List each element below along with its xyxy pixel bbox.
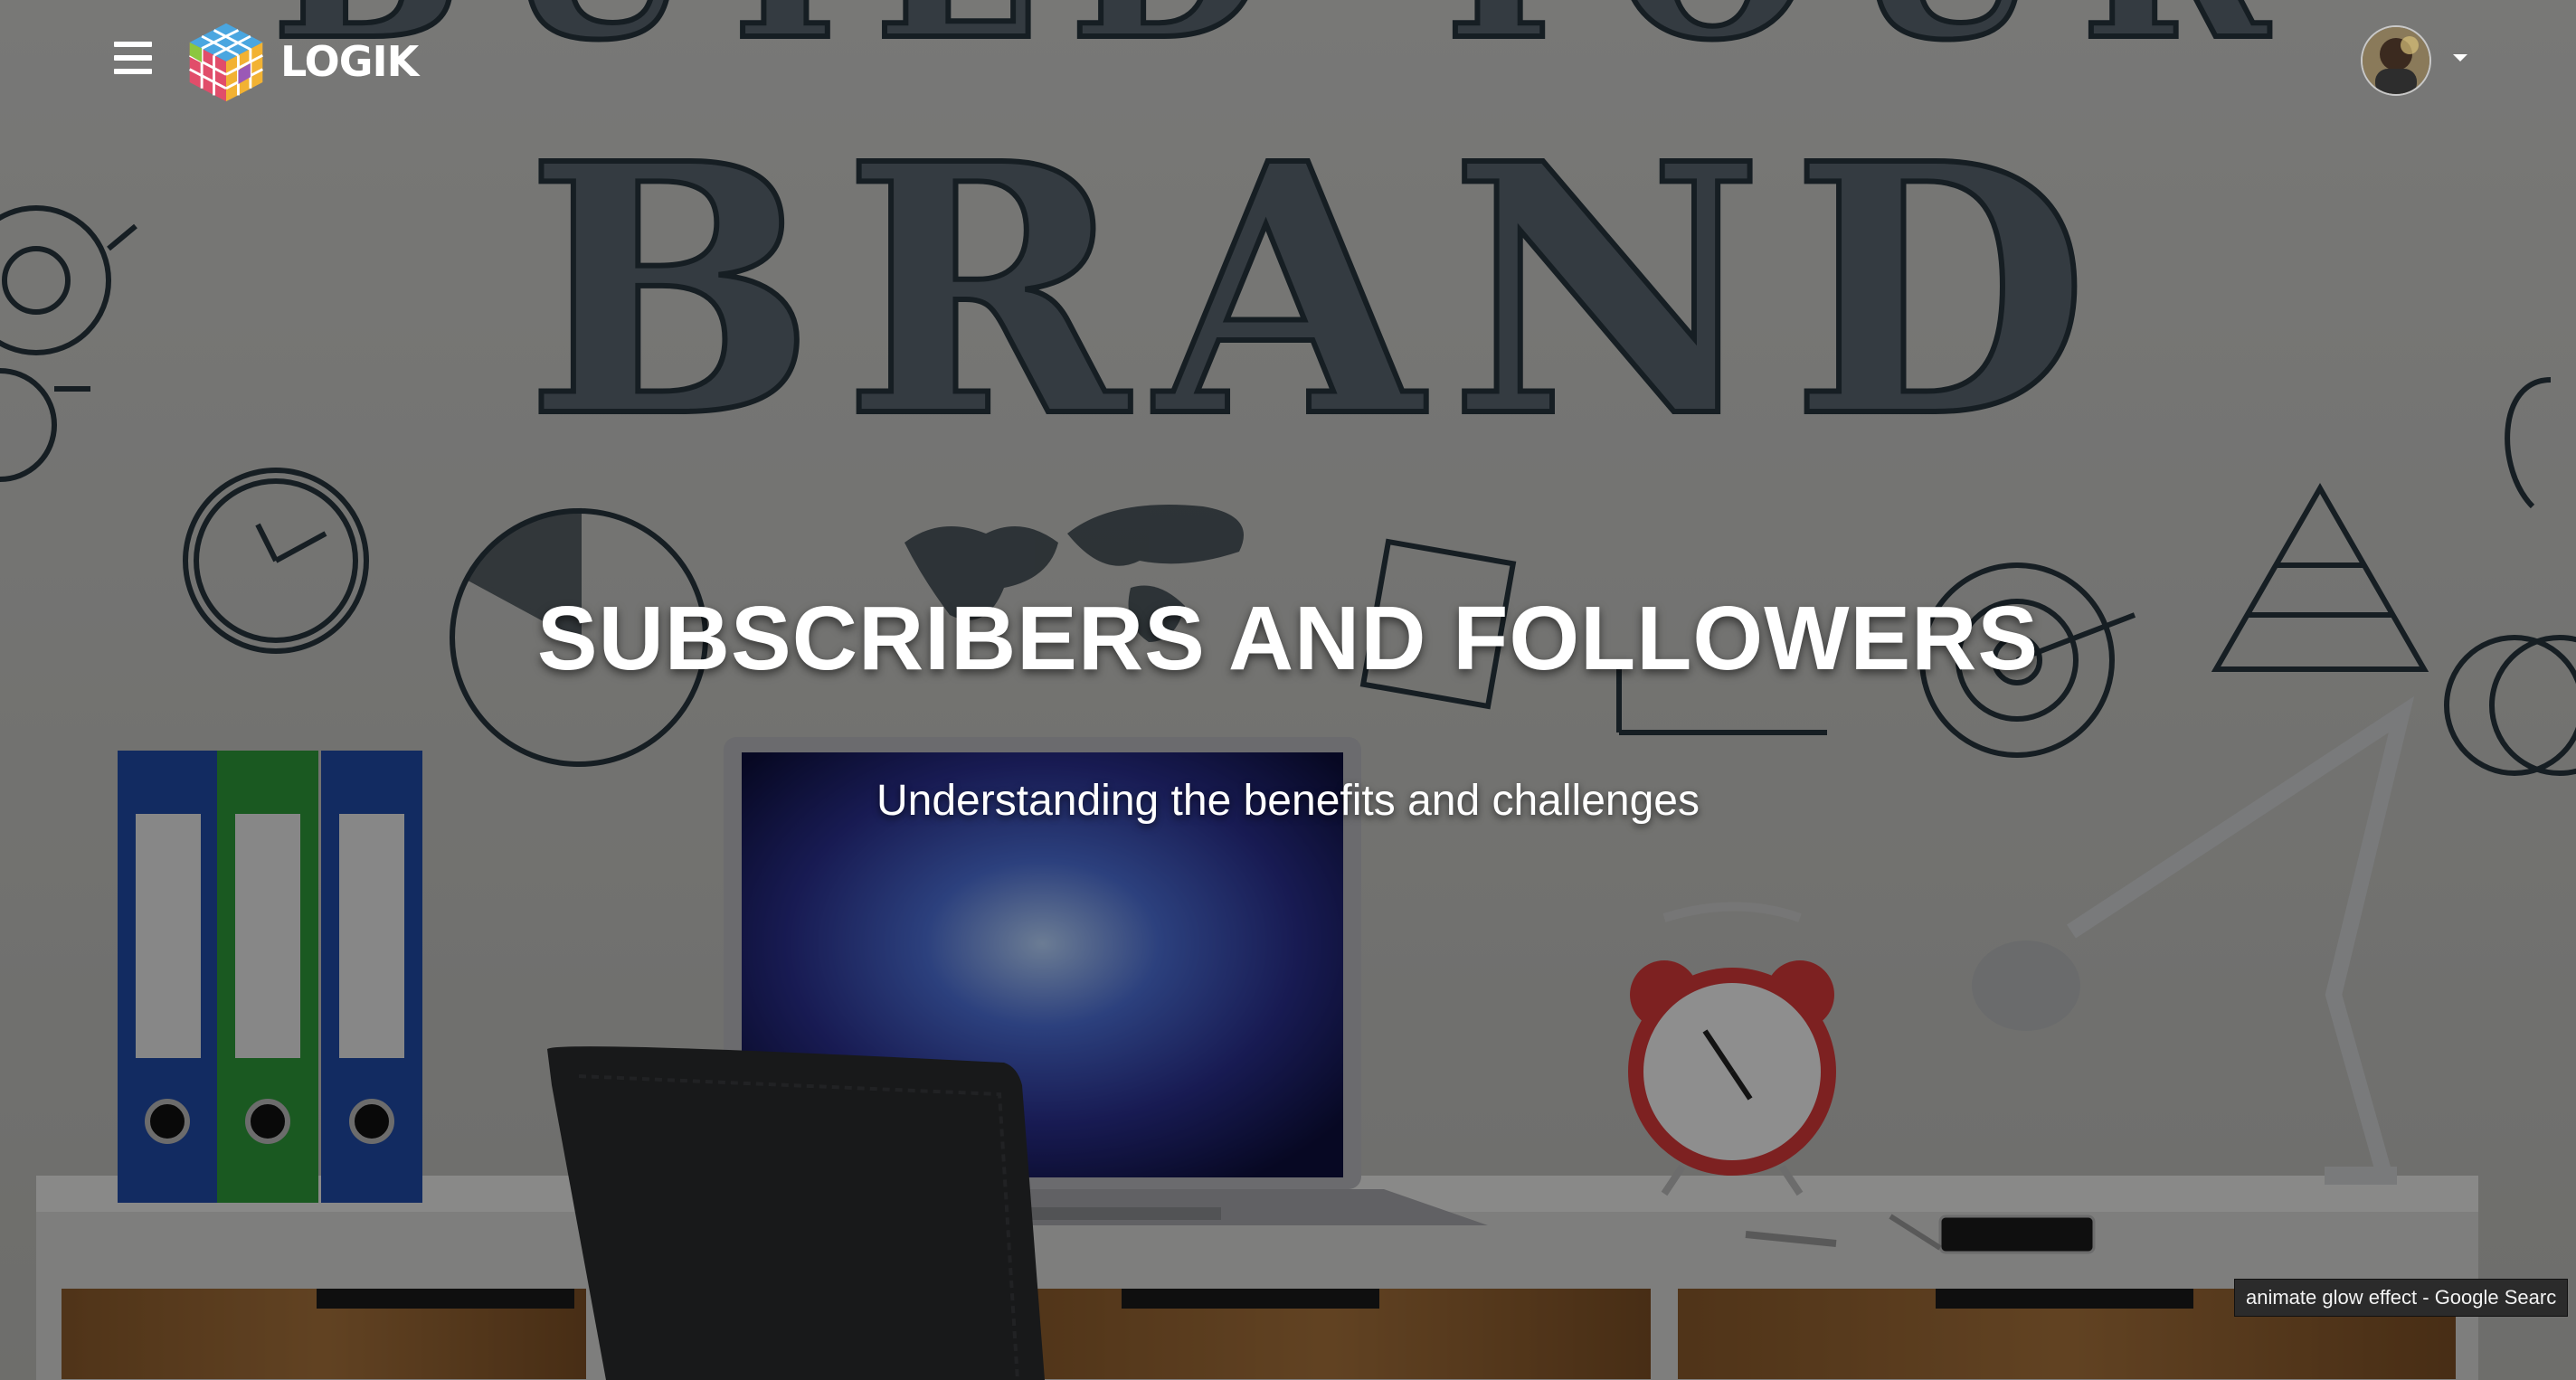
- caret-down-icon[interactable]: [2453, 54, 2467, 61]
- link-status-tooltip: animate glow effect - Google Searc: [2234, 1279, 2569, 1317]
- hero-subtitle: Understanding the benefits and challenge…: [876, 777, 1700, 825]
- brand-logo[interactable]: LOGIK: [183, 18, 419, 105]
- hamburger-menu-icon[interactable]: [114, 40, 156, 76]
- page: BUILD YOUR BRAND: [0, 0, 2576, 1380]
- user-avatar[interactable]: [2361, 25, 2431, 96]
- hero-title: SUBSCRIBERS AND FOLLOWERS: [536, 588, 2040, 689]
- rubiks-cube-logo-icon: [189, 23, 263, 102]
- avatar-photo: [2363, 27, 2429, 94]
- brand-name: LOGIK: [280, 37, 419, 86]
